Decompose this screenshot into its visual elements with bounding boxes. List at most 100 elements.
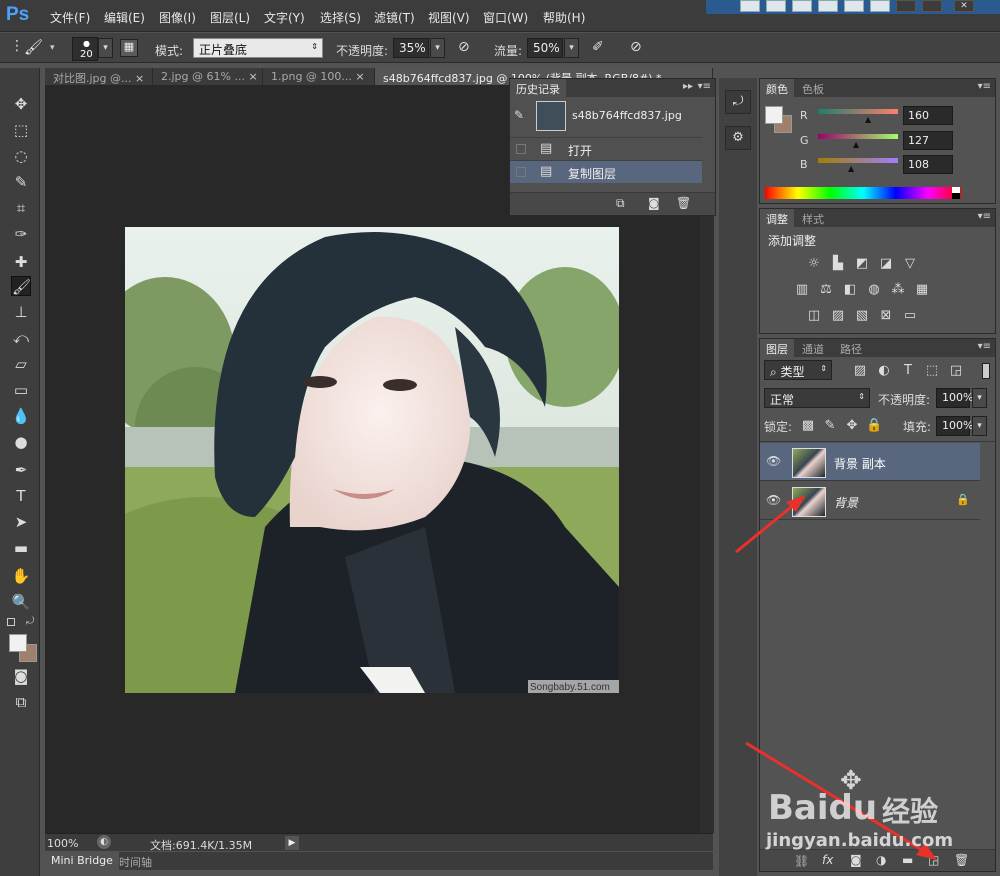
fill-dropdown[interactable]: ▾ [972,416,987,436]
menu-file[interactable]: 文件(F) [50,9,90,26]
tab-color[interactable]: 颜色 [760,79,794,97]
quick-mask-icon[interactable]: ◙ [11,666,31,686]
selective-color-icon[interactable]: ⊠ [878,309,894,323]
curves-icon[interactable]: ◩ [854,257,870,271]
history-tab[interactable]: 历史记录 [510,79,566,97]
tab-swatches[interactable]: 色板 [796,79,830,97]
default-colors-icon[interactable] [7,618,15,626]
history-panel-icon[interactable]: ⤾ [725,90,751,114]
marquee-tool-icon[interactable]: ⬚ [11,120,31,140]
menu-window[interactable]: 窗口(W) [483,9,528,26]
filter-smart-object-icon[interactable]: ◲ [948,364,964,378]
history-snapshot[interactable]: ✎ s48b764ffcd837.jpg [510,99,702,135]
minimize-button[interactable] [740,0,760,12]
dodge-tool-icon[interactable]: ● [11,432,31,452]
black-white-icon[interactable]: ◧ [842,283,858,297]
zoom-tool-icon[interactable]: 🔍 [11,592,31,612]
pressure-size-icon[interactable]: ⊘ [630,39,650,57]
camera-icon[interactable]: ◙ [648,196,660,210]
layer-name[interactable]: 背景 [834,494,858,511]
brush-panel-toggle-icon[interactable]: ▦ [120,39,138,57]
lock-all-icon[interactable]: 🔒 [866,419,882,433]
menu-edit[interactable]: 编辑(E) [104,9,145,26]
layer-opacity-dropdown[interactable]: ▾ [972,388,987,408]
healing-brush-tool-icon[interactable]: ✚ [11,252,31,272]
trash-icon[interactable]: 🗑 [954,853,969,867]
close-icon[interactable]: ✕ [954,0,974,12]
taskbar-button[interactable] [766,0,786,12]
opacity-input[interactable]: 35% [393,38,429,58]
status-info-icon[interactable]: ◐ [97,835,111,849]
status-menu-arrow-icon[interactable]: ▶ [285,836,299,850]
quick-selection-tool-icon[interactable]: ✎ [11,172,31,192]
lasso-tool-icon[interactable]: ◌ [11,146,31,166]
layer-filter-select[interactable]: ⌕ 类型 ⇕ [764,360,832,380]
history-item-selected[interactable]: ▤ 复制图层 [510,160,702,183]
brush-tool-icon[interactable]: 🖌 [24,38,48,58]
history-brush-tool-icon[interactable]: ⤺ [11,328,31,348]
panel-menu-icon[interactable]: ▾≡ [978,81,991,92]
tab-layers[interactable]: 图层 [760,339,794,357]
filter-shape-icon[interactable]: ⬚ [924,364,940,378]
g-value-input[interactable]: 127 [903,131,953,150]
hue-saturation-icon[interactable]: ▥ [794,283,810,297]
chevron-down-icon[interactable]: ▾ [50,43,60,53]
filter-adjustment-icon[interactable]: ◐ [876,364,892,378]
new-group-icon[interactable]: ▬ [902,853,913,867]
pressure-opacity-icon[interactable]: ⊘ [458,39,478,57]
color-spectrum[interactable] [765,187,961,199]
clone-stamp-tool-icon[interactable]: ⊥ [11,302,31,322]
properties-panel-icon[interactable]: ⚙ [725,126,751,150]
swap-colors-icon[interactable]: ⤾ [26,616,34,627]
menu-filter[interactable]: 滤镜(T) [374,9,415,26]
trash-icon[interactable]: 🗑 [676,196,691,210]
r-slider[interactable] [818,109,898,114]
hand-tool-icon[interactable]: ✋ [11,566,31,586]
filter-pixel-icon[interactable]: ▨ [852,364,868,378]
blend-mode-select[interactable]: 正片叠底 ⇕ [193,38,323,58]
tab-styles[interactable]: 样式 [796,209,830,227]
layer-blend-mode-select[interactable]: 正常 ⇕ [764,388,870,408]
history-brush-source-icon[interactable]: ✎ [514,108,524,122]
panel-menu-icon[interactable]: ▾≡ [978,211,991,222]
r-value-input[interactable]: 160 [903,106,953,125]
color-lookup-icon[interactable]: ▦ [914,283,930,297]
link-layers-icon[interactable]: ⛓ [794,854,809,868]
lock-pixels-icon[interactable]: ✎ [822,419,838,433]
airbrush-icon[interactable]: ✐ [592,39,612,57]
add-mask-icon[interactable]: ◙ [850,853,862,867]
rectangle-tool-icon[interactable]: ▬ [11,538,31,558]
doc-tab[interactable]: 2.jpg @ 61% ... × [153,68,263,85]
brush-size-dropdown[interactable]: ▾ [98,38,113,58]
taskbar-button[interactable] [870,0,890,12]
gradient-map-icon[interactable]: ▭ [902,309,918,323]
opacity-dropdown[interactable]: ▾ [430,38,445,58]
history-item[interactable]: ▤ 打开 [510,137,702,160]
invert-icon[interactable]: ◫ [806,309,822,323]
tab-timeline[interactable]: 时间轴 [119,854,152,870]
posterize-icon[interactable]: ▨ [830,309,846,323]
maximize-button[interactable] [922,0,942,12]
history-source-checkbox[interactable] [516,167,526,177]
fx-icon[interactable]: fx [822,853,833,867]
channel-mixer-icon[interactable]: ⁂ [890,283,906,297]
layer-opacity-input[interactable]: 100% [936,388,973,408]
doc-tab[interactable]: 1.png @ 100... × [263,68,375,85]
layer-row-background-copy[interactable]: 👁 背景 副本 [760,443,980,481]
lock-position-icon[interactable]: ✥ [844,419,860,433]
move-tool-icon[interactable]: ✥ [11,94,31,114]
exposure-icon[interactable]: ◪ [878,257,894,271]
panel-menu-icon[interactable]: ▾≡ [978,341,991,352]
taskbar-button[interactable] [844,0,864,12]
taskbar-button[interactable] [818,0,838,12]
menu-layer[interactable]: 图层(L) [210,9,250,26]
eye-visibility-icon[interactable]: 👁 [766,454,781,468]
foreground-color-swatch[interactable] [9,634,27,652]
path-selection-tool-icon[interactable]: ➤ [11,512,31,532]
panel-menu-icon[interactable]: ▾≡ [698,81,711,92]
close-icon[interactable]: × [248,70,257,83]
lock-transparency-icon[interactable]: ▩ [800,419,816,433]
eye-visibility-icon[interactable]: 👁 [766,493,781,507]
fg-color-chip[interactable] [765,106,783,124]
tab-mini-bridge[interactable]: Mini Bridge [45,852,119,870]
